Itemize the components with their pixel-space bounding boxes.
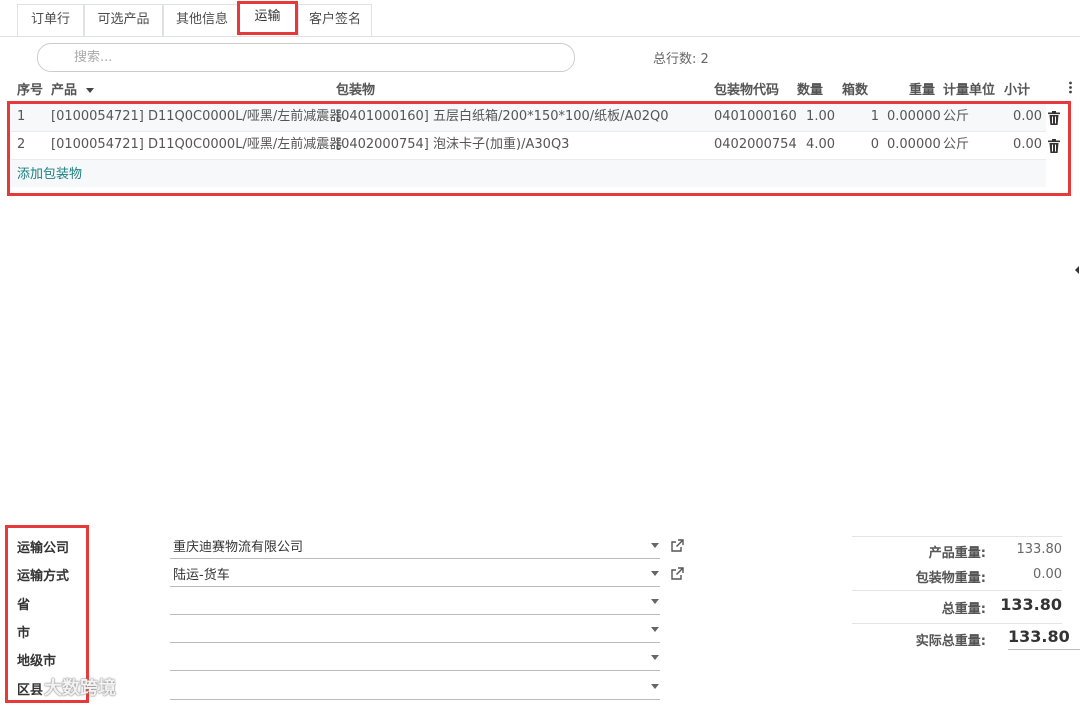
chevron-down-icon[interactable] [651, 655, 659, 660]
tab-other-info[interactable]: 其他信息 [163, 4, 241, 36]
tab-customer-signature[interactable]: 客户签名 [298, 4, 372, 36]
side-panel-toggle-icon[interactable] [1075, 266, 1079, 274]
row-count: 总行数: 2 [653, 52, 709, 67]
product-weight-label: 产品重量: [928, 546, 986, 561]
external-link-icon[interactable] [670, 567, 686, 583]
chevron-down-icon[interactable] [651, 684, 659, 689]
divider [852, 590, 1062, 591]
county-select[interactable] [170, 675, 660, 700]
header-qty[interactable]: 数量 [797, 79, 823, 98]
tab-order-lines[interactable]: 订单行 [17, 4, 84, 36]
table-highlight-box [7, 101, 1071, 196]
province-select[interactable] [170, 590, 660, 615]
header-subtotal[interactable]: 小计 [1004, 79, 1030, 98]
package-weight-value: 0.00 [1033, 567, 1062, 582]
header-product[interactable]: 产品 [51, 79, 94, 98]
header-product-label: 产品 [51, 83, 78, 98]
product-weight-value: 133.80 [1016, 542, 1063, 557]
header-package[interactable]: 包装物 [336, 79, 375, 98]
shipping-method-select[interactable]: 陆运-货车 [170, 562, 660, 587]
header-seq[interactable]: 序号 [17, 79, 43, 98]
search-input[interactable] [37, 43, 575, 72]
chevron-down-icon[interactable] [651, 627, 659, 632]
sort-desc-icon [85, 88, 94, 93]
total-weight-value: 133.80 [1000, 595, 1062, 614]
divider [852, 623, 1062, 624]
package-weight-label: 包装物重量: [915, 571, 986, 586]
tab-optional-products[interactable]: 可选产品 [84, 4, 163, 36]
city-select[interactable] [170, 618, 660, 643]
shipping-method-value: 陆运-货车 [173, 568, 230, 583]
chevron-down-icon[interactable] [651, 543, 659, 548]
actual-weight-input[interactable]: 133.80 [1008, 627, 1080, 650]
external-link-icon[interactable] [670, 539, 686, 555]
actual-weight-label: 实际总重量: [915, 634, 986, 649]
chevron-down-icon[interactable] [651, 599, 659, 604]
header-weight[interactable]: 重量 [909, 79, 935, 98]
total-weight-label: 总重量: [941, 602, 986, 617]
column-options-icon[interactable] [1069, 81, 1072, 98]
header-package-code[interactable]: 包装物代码 [714, 79, 779, 98]
header-uom[interactable]: 计量单位 [943, 79, 995, 98]
prefecture-select[interactable] [170, 646, 660, 671]
watermark-text: 大数跨境 [44, 678, 116, 699]
chevron-down-icon[interactable] [651, 571, 659, 576]
shipping-company-select[interactable]: 重庆迪赛物流有限公司 [170, 534, 660, 559]
shipping-company-value: 重庆迪赛物流有限公司 [173, 540, 304, 555]
divider [852, 536, 1062, 537]
header-boxes[interactable]: 箱数 [842, 79, 868, 98]
tab-shipping[interactable]: 运输 [237, 1, 298, 35]
